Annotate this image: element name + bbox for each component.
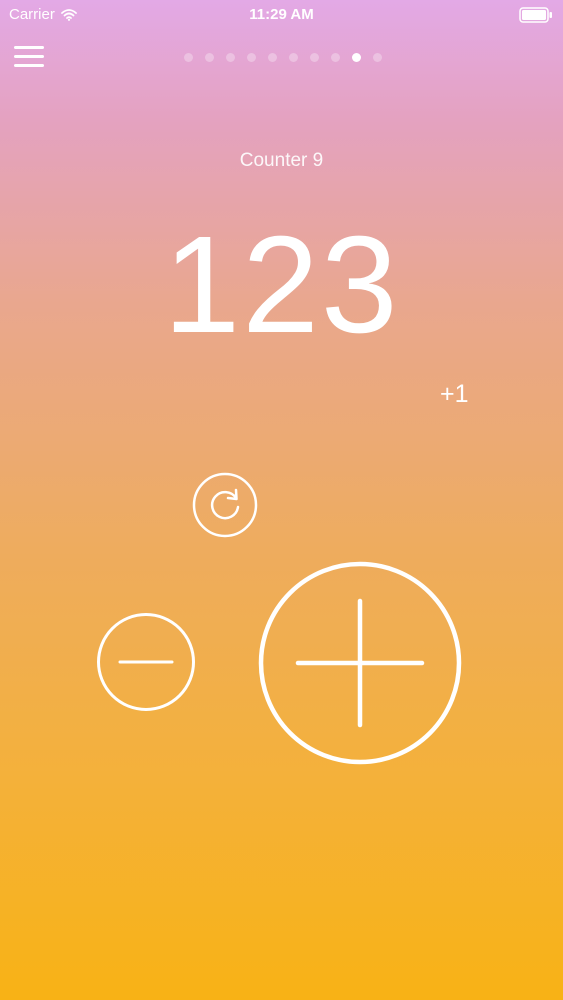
page-dot[interactable] [267,52,277,62]
plus-icon [258,561,462,765]
reset-button[interactable] [192,472,258,538]
page-dot[interactable] [372,52,382,62]
page-dot[interactable] [204,52,214,62]
page-dot[interactable] [330,52,340,62]
page-dot[interactable] [183,52,193,62]
step-label[interactable]: +1 [440,380,469,409]
page-dot[interactable] [309,52,319,62]
counter-value: 123 [163,208,400,362]
page-dot[interactable] [246,52,256,62]
page-indicator [0,52,563,62]
page-dot[interactable] [288,52,298,62]
page-dot-active[interactable] [351,52,361,62]
increment-button[interactable] [258,561,462,765]
refresh-icon [192,472,258,538]
decrement-button[interactable] [96,612,196,712]
counter-title: Counter 9 [239,150,324,171]
status-time: 11:29 AM [249,6,314,23]
battery-icon [519,7,553,23]
minus-icon [97,613,195,711]
page-dot[interactable] [225,52,235,62]
status-bar: Carrier 11:29 AM [0,0,563,30]
